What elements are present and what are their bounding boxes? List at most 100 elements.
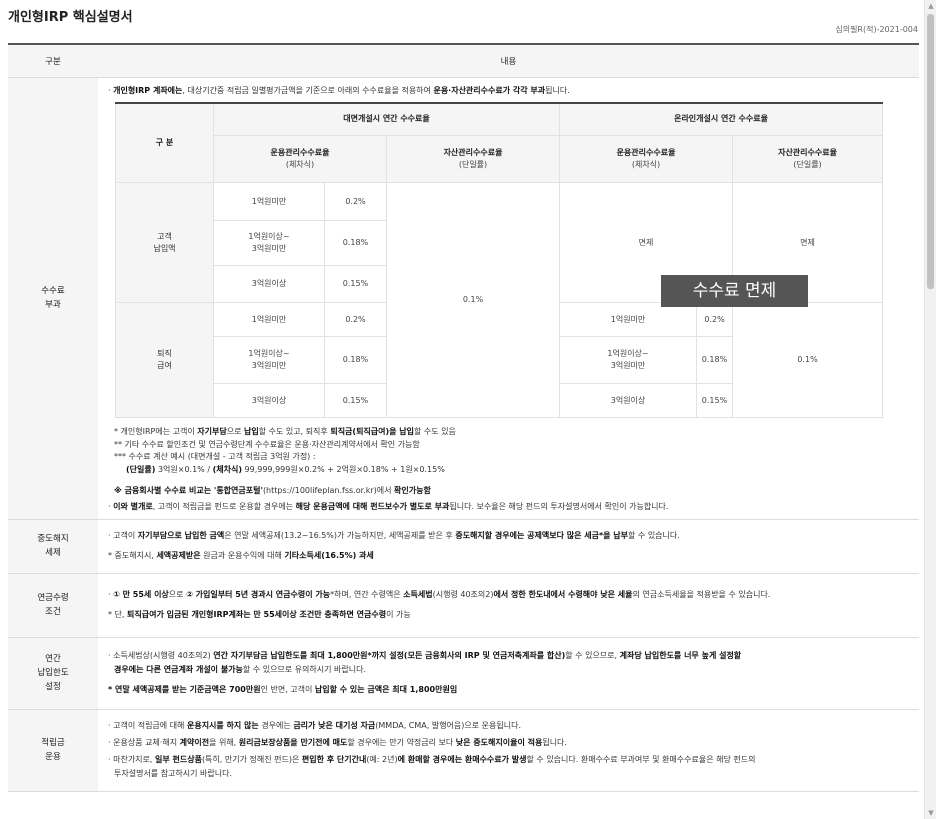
- mt-1e: *을 납부: [598, 530, 629, 540]
- fee-compare: ※ 금융회사별 수수료 비교는 '통합연금포털'(https://100life…: [114, 485, 909, 498]
- th-online-op-title: 운용관리수수료율: [616, 148, 676, 157]
- th-online-asset-sub: (단일률): [793, 160, 822, 169]
- reserve-line-2: · 운용상품 교체·해지 계약이전을 위해, 원리금보장상품을 만기전에 매도할…: [108, 737, 567, 747]
- limit-line-1b: 경우에는 다른 연금계좌 개설이 불가능할 수 있으므로 유의하시기 바랍니다.: [108, 663, 909, 677]
- note-1f: 퇴직금(퇴직급여)을 납입: [330, 427, 415, 436]
- pension-line-2: * 단, 퇴직급여가 입금된 개인형IRP계좌는 만 55세이상 조건만 충족하…: [108, 608, 909, 622]
- rs-3e: (예: 2년): [366, 754, 398, 764]
- limit-line-1: · 소득세법상(시행령 40조의2) 연간 자기부담금 납입한도를 최대 1,8…: [108, 650, 742, 660]
- lm-2c: 납입할 수 있는 금액은 최대 1,800만원임: [314, 684, 458, 694]
- cell-offline-asset-rate: 0.1%: [385, 182, 561, 418]
- rs-2e: 할 경우에는 만기 약정금리 보다: [347, 737, 456, 747]
- note-4a: (단일률): [126, 464, 156, 474]
- th-offline-asset-title: 자산관리수수료율: [443, 148, 503, 157]
- pension-line-1: · ① 만 55세 이상으로 ② 가입일부터 5년 경과시 연금수령이 가능*하…: [108, 589, 771, 599]
- scrollbar-thumb[interactable]: [927, 14, 934, 289]
- summary-table: 구분 내용 수수료 부과 · 개인형IRP 계좌에는, 대상기간중 적립금 일별…: [8, 43, 919, 792]
- fee-exempt-overlay: 수수료 면제: [661, 275, 808, 307]
- cell-rate: 0.18%: [324, 220, 387, 266]
- mt-2d: 기타소득세(16.5%) 과세: [284, 550, 374, 560]
- label-fee: 수수료 부과: [8, 77, 98, 520]
- rs-3f: 에 환매할 경우에는 환매수수료가 발생: [397, 754, 527, 764]
- cell-rate: 0.15%: [324, 265, 387, 303]
- note-4b: 3억원×0.1% /: [155, 464, 213, 474]
- cell-tier: 1억원미만: [213, 302, 325, 337]
- th-offline-op-title: 운용관리수수료율: [270, 148, 330, 157]
- fee-intro-d: 됩니다.: [545, 85, 570, 95]
- mt-2a: * 중도해지시,: [108, 550, 157, 560]
- cell-rate: 0.2%: [696, 302, 734, 337]
- cell-rate: 0.15%: [324, 383, 387, 418]
- cell-rate: 0.2%: [324, 302, 387, 337]
- pn-2a: * 단,: [108, 609, 127, 619]
- th-gubun: 구 분: [115, 101, 214, 183]
- cell-tier: 1억원이상~ 3억원미만: [213, 220, 325, 266]
- rs-2c: 을 위해,: [209, 737, 239, 747]
- cell-retire: 퇴직 급여: [115, 302, 214, 418]
- note-4: (단일률) 3억원×0.1% / (체차식) 99,999,999원×0.2% …: [114, 464, 909, 477]
- note-1e: 할 수도 있고, 퇴직후: [258, 427, 331, 436]
- lm-1f: 경우에는 다른 연금계좌 개설이 불가능: [114, 664, 243, 674]
- rs-3d: 편입한 후 단기간내: [301, 754, 367, 764]
- cell-tier: 3억원이상: [559, 383, 698, 418]
- rs-2f: 낮은 중도해지이율이 적용: [455, 737, 543, 747]
- lm-1d: 할 수 있으므로,: [565, 650, 620, 660]
- mt-1f: 할 수 있습니다.: [628, 530, 680, 540]
- fee-intro-c: 운용·자산관리수수료가 각각 부과: [433, 85, 546, 95]
- compare-link[interactable]: (https://100lifeplan.fss.or.kr): [263, 486, 377, 495]
- pn-1f: (시행령 40조의2): [432, 589, 494, 599]
- label-reserve: 적립금 운용: [8, 709, 98, 792]
- fee-intro-a: 개인형IRP 계좌에는: [113, 85, 183, 95]
- rs-2d: 원리금보장상품을 만기전에 매도: [238, 737, 348, 747]
- th-online-asset-title: 자산관리수수료율: [778, 148, 837, 157]
- rs-3c: (특히, 만기가 정해진 펀드)은: [201, 754, 302, 764]
- lm-1e: 계좌당 납입한도를 너무 높게 설정할: [619, 650, 742, 660]
- fee-notes: * 개인형IRP에는 고객이 자기부담으로 납입할 수도 있고, 퇴직후 퇴직금…: [114, 426, 909, 498]
- pn-1a: ① 만 55세 이상: [113, 589, 169, 599]
- fee-intro: · 개인형IRP 계좌에는, 대상기간중 적립금 일별평가금액을 기준으로 아래…: [108, 85, 570, 95]
- cell-rate: 0.15%: [696, 383, 734, 418]
- mt-2b: 세액공제받은: [156, 550, 201, 560]
- row-limit: 연간 납입한도 설정 · 소득세법상(시행령 40조의2) 연간 자기부담금 납…: [8, 637, 919, 710]
- rs-3g: 할 수 있습니다. 환매수수료 부과여부 및 환매수수료율은 해당 펀드의: [526, 754, 756, 764]
- note-2: ** 기타 수수료 할인조건 및 연금수령단계 수수료율은 운용·자산관리계약서…: [114, 439, 420, 449]
- fee-rate-table: 구 분 대면개설시 연간 수수료율 온라인개설시 연간 수수료율 운용관리수수료…: [115, 101, 884, 418]
- compare-a: ※ 금융회사별 수수료 비교는 '통합연금포털': [114, 486, 263, 495]
- scroll-up-arrow-icon[interactable]: ▲: [926, 1, 936, 11]
- scroll-down-arrow-icon[interactable]: ▼: [926, 808, 936, 818]
- reserve-line-1: · 고객이 적립금에 대해 운용지시를 하지 않는 경우에는 금리가 낮은 대기…: [108, 720, 521, 730]
- note-1c: 으로: [226, 427, 244, 436]
- rs-1e: (MMDA, CMA, 발행어음)으로 운용됩니다.: [375, 720, 521, 730]
- mt-1b: 자기부담으로 납입한 금액: [137, 530, 225, 540]
- cell-customer: 고객 납입액: [115, 182, 214, 303]
- cell-rate: 0.18%: [324, 336, 387, 384]
- fee-intro-b: , 대상기간중 적립금 일별평가금액을 기준으로 아래의 수수료율을 적용하여: [182, 85, 434, 95]
- note-1d: 납입: [243, 427, 259, 436]
- th-online-asset: 자산관리수수료율 (단일률): [732, 135, 884, 183]
- note-4c: (체차식): [212, 464, 242, 474]
- cell-tier: 1억원이상~ 3억원미만: [213, 336, 325, 384]
- pn-2c: 이 가능: [386, 609, 411, 619]
- rs-1d: 금리가 낮은 대기성 자금: [293, 720, 376, 730]
- note-1: * 개인형IRP에는 고객이 자기부담으로 납입할 수도 있고, 퇴직후 퇴직금…: [114, 426, 909, 439]
- cell-tier: 3억원이상: [213, 383, 325, 418]
- extra-d: 됩니다. 보수율은 해당 펀드의 투자설명서에서 확인이 가능합니다.: [449, 501, 669, 511]
- label-midterm: 중도해지 세제: [8, 519, 98, 574]
- pn-1e: 소득세법: [403, 589, 433, 599]
- cell-tier: 1억원미만: [559, 302, 698, 337]
- rs-1b: 운용지시를 하지 않는: [186, 720, 259, 730]
- pn-1d: *하며, 연간 수령액은: [330, 589, 404, 599]
- rs-1a: 고객이 적립금에 대해: [113, 720, 187, 730]
- th-online-op: 운용관리수수료율 (체차식): [559, 135, 734, 183]
- lm-1c: *까지 설정(모든 금융회사의 IRP 및 연금저축계좌를 합산): [367, 650, 566, 660]
- pn-1h: 의 연금소득세율을 적용받을 수 있습니다.: [632, 589, 771, 599]
- header-row: 구분 내용: [8, 43, 919, 78]
- th-offline-asset: 자산관리수수료율 (단일률): [385, 135, 561, 183]
- th-offline-asset-sub: (단일률): [458, 160, 488, 169]
- rs-3a: 마찬가지로,: [113, 754, 155, 764]
- vertical-scrollbar[interactable]: ▲ ▼: [924, 0, 936, 819]
- cell-rate: 0.2%: [324, 182, 387, 221]
- reserve-line-3b: 투자설명서를 참고하시기 바랍니다.: [114, 768, 233, 778]
- lm-1g: 할 수 있으므로 유의하시기 바랍니다.: [242, 664, 367, 674]
- reserve-line-3: · 마찬가지로, 일부 펀드상품(특히, 만기가 정해진 펀드)은 편입한 후 …: [108, 754, 756, 764]
